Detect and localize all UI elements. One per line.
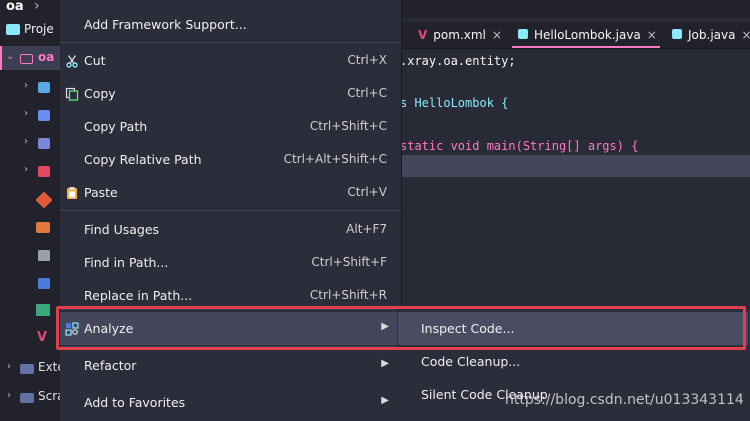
chevron-right-icon: › xyxy=(34,0,40,14)
tab-hellolombok-java[interactable]: HelloLombok.java × xyxy=(512,22,660,48)
libraries-icon xyxy=(20,364,34,374)
tab-label: Job.java xyxy=(688,28,736,42)
chevron-down-icon[interactable]: ⌄ xyxy=(6,51,14,62)
watermark: https://blog.csdn.net/u013343114 xyxy=(505,392,744,408)
menu-item-label: Replace in Path... xyxy=(84,288,193,303)
chevron-right-icon: › xyxy=(24,80,28,91)
markdown-icon xyxy=(36,222,50,233)
clipboard-icon xyxy=(67,187,77,199)
source-folder-icon xyxy=(38,138,50,149)
tab-job-java[interactable]: Job.java × xyxy=(672,22,750,48)
menu-item-label: Add to Favorites xyxy=(84,395,186,410)
chevron-right-icon: › xyxy=(24,164,28,175)
scratches-icon xyxy=(20,393,34,403)
menu-item-label: Copy Path xyxy=(84,119,148,134)
folder-icon xyxy=(38,166,50,177)
red-highlight-box xyxy=(56,306,746,350)
menu-item-label: Find in Path... xyxy=(84,255,169,270)
editor-tab-bar: Vpom.xml × HelloLombok.java × Job.java × xyxy=(400,22,750,49)
menu-item-label: Paste xyxy=(84,185,118,200)
menu-separator xyxy=(60,42,401,43)
iml-file-icon xyxy=(36,304,50,316)
tree-row[interactable]: › xyxy=(0,134,60,154)
shortcut-label: Ctrl+Shift+R xyxy=(309,288,387,302)
chevron-right-icon[interactable]: › xyxy=(7,361,11,372)
menu-item-label: Refactor xyxy=(84,358,137,373)
submenu-arrow-icon: ▶ xyxy=(381,395,389,406)
menu-item-add-to-favorites[interactable]: Add to Favorites ▶ xyxy=(60,388,401,418)
menu-item-copy[interactable]: Copy Ctrl+C xyxy=(60,79,401,109)
shortcut-label: Ctrl+V xyxy=(347,185,387,199)
scissors-icon xyxy=(66,55,78,68)
menu-item-label: Copy Relative Path xyxy=(84,152,202,167)
close-icon[interactable]: × xyxy=(741,28,750,42)
shortcut-label: Ctrl+Shift+F xyxy=(311,255,387,269)
submenu-arrow-icon: ▶ xyxy=(381,358,389,369)
copy-icon xyxy=(65,87,79,101)
code-line: static void main(String[] args) { xyxy=(400,139,639,153)
breadcrumb[interactable]: oa xyxy=(6,0,24,14)
shell-file-icon xyxy=(38,278,50,289)
current-line-highlight xyxy=(400,155,750,177)
menu-item-find-in-path[interactable]: Find in Path... Ctrl+Shift+F xyxy=(60,248,401,278)
submenu-item-code-cleanup[interactable]: Code Cleanup... xyxy=(397,347,750,377)
code-line: .xray.oa.entity; xyxy=(400,54,516,68)
shortcut-label: Ctrl+X xyxy=(347,53,387,67)
chevron-right-icon: › xyxy=(24,108,28,119)
chevron-right-icon[interactable]: › xyxy=(7,390,11,401)
class-icon xyxy=(672,29,682,39)
shortcut-label: Ctrl+Alt+Shift+C xyxy=(283,152,387,166)
maven-icon: V xyxy=(418,28,428,42)
close-icon[interactable]: × xyxy=(492,28,502,42)
menu-item-copy-path[interactable]: Copy Path Ctrl+Shift+C xyxy=(60,112,401,142)
class-icon xyxy=(518,29,528,39)
project-root-label: oa xyxy=(38,50,55,64)
project-folder-icon xyxy=(6,24,20,35)
folder-icon xyxy=(38,82,50,93)
tree-row[interactable]: › xyxy=(0,78,60,98)
shortcut-label: Ctrl+C xyxy=(347,86,387,100)
submenu-item-label: Code Cleanup... xyxy=(421,354,521,369)
maven-icon: V xyxy=(37,330,48,345)
tab-label: HelloLombok.java xyxy=(534,28,641,42)
tree-row[interactable]: › xyxy=(0,162,60,182)
tab-pom-xml[interactable]: Vpom.xml × xyxy=(418,22,502,48)
menu-item-cut[interactable]: Cut Ctrl+X xyxy=(60,46,401,76)
tab-label: pom.xml xyxy=(433,28,486,42)
module-folder-icon xyxy=(20,54,33,64)
menu-item-copy-relative-path[interactable]: Copy Relative Path Ctrl+Alt+Shift+C xyxy=(60,145,401,175)
code-line: s HelloLombok { xyxy=(400,96,509,110)
tree-row[interactable]: › xyxy=(0,106,60,126)
menu-item-label: Copy xyxy=(84,86,116,101)
close-icon[interactable]: × xyxy=(647,28,657,42)
menu-item-refactor[interactable]: Refactor ▶ xyxy=(60,351,401,381)
shortcut-label: Alt+F7 xyxy=(346,222,387,236)
folder-icon xyxy=(38,110,50,121)
menu-item-find-usages[interactable]: Find Usages Alt+F7 xyxy=(60,215,401,245)
project-tab-label[interactable]: Proje xyxy=(24,22,54,36)
menu-separator xyxy=(60,210,401,211)
chevron-right-icon: › xyxy=(24,136,28,147)
file-icon xyxy=(38,250,50,261)
menu-item-paste[interactable]: Paste Ctrl+V xyxy=(60,178,401,208)
menu-item-add-framework-support[interactable]: Add Framework Support... xyxy=(60,10,401,40)
menu-item-label: Add Framework Support... xyxy=(84,17,247,32)
menu-item-label: Find Usages xyxy=(84,222,160,237)
shortcut-label: Ctrl+Shift+C xyxy=(309,119,387,133)
menu-item-label: Cut xyxy=(84,53,106,68)
